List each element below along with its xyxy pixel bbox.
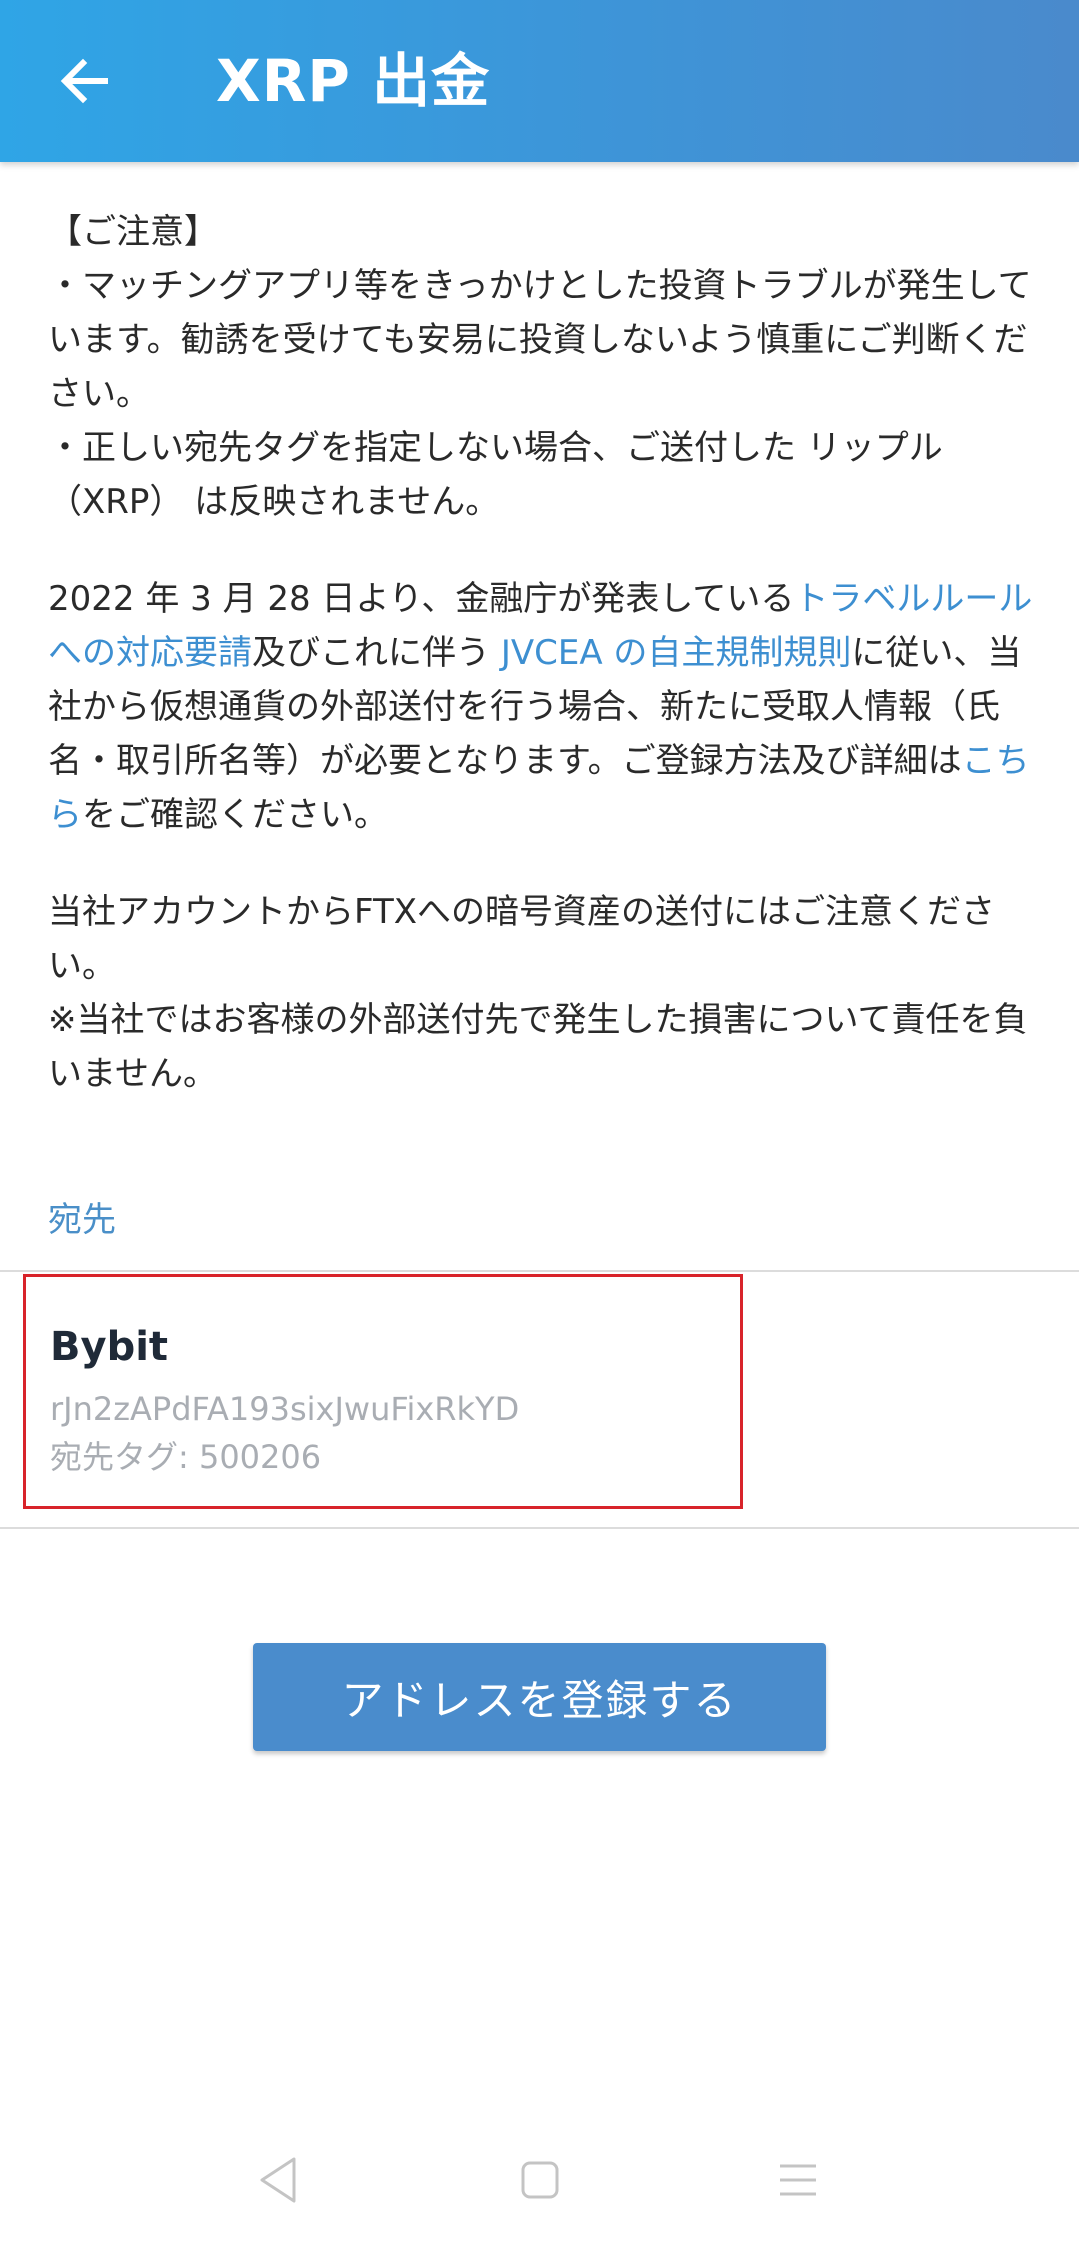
nav-menu-button[interactable] (758, 2140, 838, 2220)
disclaimer-text: ※当社ではお客様の外部送付先で発生した損害について責任を負いません。 (48, 1000, 1028, 1094)
nav-home-button[interactable] (500, 2140, 580, 2220)
travel-rule-text-2: 及びこれに伴う (252, 633, 501, 673)
back-button[interactable] (40, 36, 130, 126)
travel-rule-text-1: 2022 年 3 月 28 日より、金融庁が発表している (48, 579, 795, 619)
destination-address: rJn2zAPdFA193sixJwuFixRkYD (50, 1390, 520, 1428)
destination-name: Bybit (50, 1324, 169, 1370)
arrow-left-icon (60, 58, 108, 104)
divider-top (0, 1270, 1079, 1272)
notice-section: 【ご注意】 ・マッチングアプリ等をきっかけとした投資トラブルが発生しています。勧… (48, 205, 1038, 1101)
notice-bullet-tag: ・正しい宛先タグを指定しない場合、ご送付した リップル（XRP） は反映されませ… (48, 428, 943, 522)
jvcea-rules-link[interactable]: JVCEA の自主規制規則 (501, 633, 852, 673)
register-address-button[interactable]: アドレスを登録する (253, 1643, 826, 1751)
hamburger-menu-icon (780, 2164, 816, 2196)
travel-rule-text-4: をご確認ください。 (82, 795, 388, 835)
travel-rule-paragraph: 2022 年 3 月 28 日より、金融庁が発表しているトラベルルールへの対応要… (48, 572, 1038, 842)
destination-tag: 宛先タグ: 500206 (50, 1438, 322, 1476)
ftx-warning: 当社アカウントからFTXへの暗号資産の送付にはご注意ください。 (48, 892, 996, 986)
app-bar: XRP 出金 (0, 0, 1079, 162)
destination-label: 宛先 (48, 1200, 116, 1240)
notice-bullet-scam: ・マッチングアプリ等をきっかけとした投資トラブルが発生しています。勧誘を受けても… (48, 266, 1032, 414)
notice-heading: 【ご注意】 (48, 212, 218, 252)
nav-back-button[interactable] (238, 2140, 318, 2220)
destination-item[interactable]: Bybit rJn2zAPdFA193sixJwuFixRkYD 宛先タグ: 5… (23, 1274, 743, 1509)
square-home-icon (521, 2161, 559, 2199)
triangle-back-icon (260, 2157, 296, 2203)
page-title: XRP 出金 (216, 47, 491, 115)
divider-bottom (0, 1527, 1079, 1529)
